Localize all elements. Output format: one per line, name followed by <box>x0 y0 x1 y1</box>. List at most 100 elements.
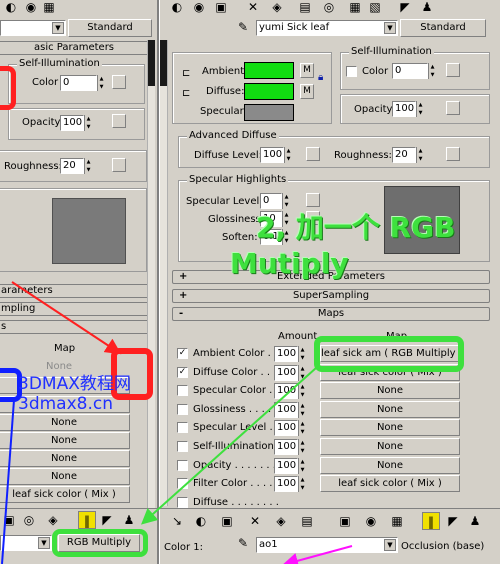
lock-icon[interactable]: 🔒︎ <box>318 72 323 83</box>
ambient-map-button[interactable]: M <box>300 63 314 78</box>
map-amount-spinner[interactable]: 100 ▲ ▼ <box>274 420 306 436</box>
map-row-checkbox[interactable] <box>177 404 188 415</box>
right-material-name-field[interactable]: yumi Sick leaf ▼ <box>256 20 398 36</box>
left-rollout-supersampling[interactable]: mpling <box>0 302 152 316</box>
map-slot-button[interactable]: None <box>320 419 460 436</box>
pick-material-eyedropper-icon[interactable]: ✎ <box>234 18 252 36</box>
maps-rollout[interactable]: - Maps <box>172 307 490 321</box>
go-to-parent-icon[interactable]: ◤ <box>444 512 462 530</box>
right-self-illum-spinner[interactable]: 0 ▲ ▼ <box>392 63 436 79</box>
spinner-arrows-icon[interactable]: ▲ ▼ <box>298 439 306 455</box>
right-self-illum-map-button[interactable] <box>446 63 460 77</box>
map-row-checkbox[interactable] <box>177 460 188 471</box>
ambient-color-swatch[interactable] <box>244 62 294 79</box>
map-row-checkbox[interactable]: ✓ <box>177 348 188 359</box>
background-icon[interactable]: ▦ <box>388 512 406 530</box>
diffuse-level-spinner[interactable]: 100 ▲ ▼ <box>260 147 292 163</box>
right-roughness-map-button[interactable] <box>446 147 460 161</box>
map-slot-button[interactable]: None <box>320 457 460 474</box>
material-effects-icon[interactable]: ◎ <box>320 0 338 16</box>
material-id-icon[interactable]: ◐ <box>2 0 20 16</box>
spinner-arrows-icon[interactable]: ▲ ▼ <box>298 346 306 362</box>
map-row-checkbox[interactable] <box>177 478 188 489</box>
go-forward-sibling-icon[interactable]: ♟ <box>466 512 484 530</box>
right-opacity-spinner[interactable]: 100 ▲ ▼ <box>392 101 424 117</box>
show-end-result-icon[interactable]: ▧ <box>366 0 384 16</box>
chevron-down-icon[interactable]: ▼ <box>384 539 396 551</box>
spinner-arrows-icon[interactable]: ▲ ▼ <box>84 115 92 131</box>
spinner-arrows-icon[interactable]: ▲ ▼ <box>84 158 92 174</box>
left-self-illum-spinner[interactable]: 0 ▲ ▼ <box>60 75 105 91</box>
spinner-arrows-icon[interactable]: ▲ ▼ <box>416 147 424 163</box>
right-opacity-map-button[interactable] <box>446 101 460 115</box>
map-amount-spinner[interactable]: 100 ▲ ▼ <box>274 439 306 455</box>
put-to-scene-icon[interactable]: ◐ <box>192 512 210 530</box>
diffuse-map-button[interactable]: M <box>300 84 314 99</box>
spinner-arrows-icon[interactable]: ▲ ▼ <box>298 476 306 492</box>
left-scrollbar-thumb[interactable] <box>148 40 155 86</box>
assign-material-icon[interactable]: ▣ <box>218 512 236 530</box>
spinner-arrows-icon[interactable]: ▲ ▼ <box>298 458 306 474</box>
spinner-arrows-icon[interactable]: ▲ ▼ <box>298 402 306 418</box>
left-rollout-maps[interactable]: s <box>0 320 152 334</box>
left-basic-parameters-rollout[interactable]: asic Parameters <box>0 41 152 55</box>
map-amount-spinner[interactable]: 100 ▲ ▼ <box>274 383 306 399</box>
left-opacity-spinner[interactable]: 100 ▲ ▼ <box>60 115 92 131</box>
map-amount-spinner[interactable]: 100 ▲ ▼ <box>274 346 306 362</box>
color1-name-field[interactable]: ao1 ▼ <box>256 537 398 553</box>
left-map-slot-3[interactable]: None <box>0 414 130 431</box>
map-slot-button[interactable]: None <box>320 382 460 399</box>
map-row-checkbox[interactable] <box>177 422 188 433</box>
left-map-slot-7[interactable]: leaf sick color ( Mix ) <box>0 486 130 503</box>
right-material-type-button[interactable]: Standard <box>400 19 486 37</box>
go-forward-sibling-icon[interactable]: ♟ <box>418 0 436 16</box>
put-material-icon[interactable]: ◉ <box>190 0 208 16</box>
make-unique-icon[interactable]: ◈ <box>268 0 286 16</box>
map-row-checkbox[interactable] <box>177 441 188 452</box>
spinner-arrows-icon[interactable]: ▲ ▼ <box>416 101 424 117</box>
lock-diffuse-icon[interactable]: ⊏ <box>182 88 190 99</box>
map-amount-spinner[interactable]: 100 ▲ ▼ <box>274 476 306 492</box>
make-unique-icon[interactable]: ◈ <box>272 512 290 530</box>
pick-map-eyedropper-icon[interactable]: ✎ <box>234 534 252 552</box>
material-effects-icon[interactable]: ▣ <box>336 512 354 530</box>
map-slot-button[interactable]: None <box>320 401 460 418</box>
diffuse-color-swatch[interactable] <box>244 83 294 100</box>
left-map-slot-5[interactable]: None <box>0 450 130 467</box>
left-roughness-spinner[interactable]: 20 ▲ ▼ <box>60 158 92 174</box>
spinner-arrows-icon[interactable]: ▲ ▼ <box>298 383 306 399</box>
right-roughness-spinner[interactable]: 20 ▲ ▼ <box>392 147 424 163</box>
assign-material-icon[interactable]: ▣ <box>0 511 18 529</box>
right-scrollbar-thumb[interactable] <box>160 40 167 86</box>
map-row-checkbox[interactable]: ✓ <box>177 367 188 378</box>
go-forward-sibling-icon[interactable]: ♟ <box>120 511 138 529</box>
show-map-icon[interactable]: ◉ <box>22 0 40 16</box>
put-to-library-icon[interactable]: ▤ <box>296 0 314 16</box>
left-map-slot-4[interactable]: None <box>0 432 130 449</box>
map-amount-spinner[interactable]: 100 ▲ ▼ <box>274 402 306 418</box>
get-material-icon[interactable]: ↘ <box>168 512 186 530</box>
left-self-illum-map-button[interactable] <box>112 75 126 89</box>
show-map-icon[interactable]: ▦ <box>346 0 364 16</box>
left-rollout-extended[interactable]: arameters <box>0 284 152 298</box>
left-bottom-select[interactable]: ▼ <box>0 535 52 551</box>
left-material-select[interactable]: ▼ <box>0 20 66 36</box>
diffuse-level-map-button[interactable] <box>306 147 320 161</box>
put-to-library-icon[interactable]: ◈ <box>44 511 62 529</box>
spinner-arrows-icon[interactable]: ▲ ▼ <box>298 365 306 381</box>
map-slot-button[interactable]: None <box>320 438 460 455</box>
chevron-down-icon[interactable]: ▼ <box>384 22 396 34</box>
put-to-library-icon[interactable]: ▤ <box>298 512 316 530</box>
left-map-slot-6[interactable]: None <box>0 468 130 485</box>
go-to-parent-icon[interactable]: ◤ <box>396 0 414 16</box>
map-slot-button[interactable]: leaf sick color ( Mix ) <box>320 475 460 492</box>
show-end-result-icon[interactable]: ‖ <box>422 512 440 530</box>
left-scrollbar[interactable] <box>147 40 155 508</box>
spinner-arrows-icon[interactable]: ▲ ▼ <box>284 147 292 163</box>
spinner-arrows-icon[interactable]: ▲ ▼ <box>298 420 306 436</box>
reset-map-icon[interactable]: ◎ <box>20 511 38 529</box>
right-self-illum-checkbox[interactable] <box>346 66 357 77</box>
assign-material-icon[interactable]: ▣ <box>212 0 230 16</box>
spinner-arrows-icon[interactable]: ▲ ▼ <box>97 75 105 91</box>
background-icon[interactable]: ▦ <box>40 0 58 16</box>
